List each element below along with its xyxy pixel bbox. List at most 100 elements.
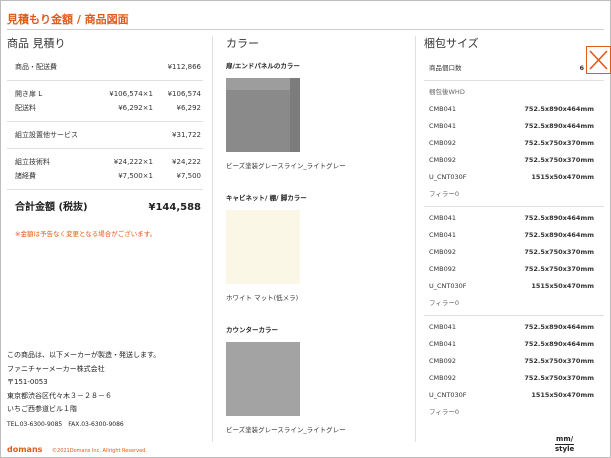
close-button[interactable] <box>586 46 611 74</box>
pack-item-code: CMB092 <box>429 139 457 147</box>
pack-row: CMB092 752.5x750x370mm <box>424 261 604 278</box>
pack-divider <box>424 206 604 207</box>
pack-row: フィラー0 <box>424 186 604 203</box>
color-section-title: 扉/エンドパネルのカラー <box>226 62 300 70</box>
quote-divider <box>7 189 203 190</box>
color-section-counter: カウンターカラー ビーズ塗装グレースライン_ライトグレー <box>226 324 406 434</box>
pack-divider <box>424 80 604 81</box>
color-name: ビーズ塗装グレースライン_ライトグレー <box>226 426 346 434</box>
pack-row: CMB092 752.5x750x370mm <box>424 135 604 152</box>
pack-whd-label: 梱包後WHD <box>429 88 465 96</box>
page-title: 見積もり金額 / 商品図面 <box>7 13 129 26</box>
pack-item-size: 752.5x750x370mm <box>524 156 594 164</box>
pack-item-code: フィラー0 <box>429 299 460 307</box>
quote-row: 商品・配送費 ¥112,866 <box>7 60 203 74</box>
quote-row-amount: ¥112,866 <box>167 63 201 71</box>
pack-item-code: CMB092 <box>429 248 457 256</box>
quote-row: 開き扉 L ¥106,574×1 ¥106,574 <box>7 87 203 101</box>
pack-row: CMB041 752.5x890x464mm <box>424 101 604 118</box>
quote-row-label: 開き扉 L <box>15 90 43 98</box>
color-section-cabinet: キャビネット/ 棚/ 脚カラー ホワイト マット(低メラ) <box>226 192 406 302</box>
maker-building: いちご西参道ビル１階 <box>7 405 77 413</box>
total-label: 合計金額 (税抜) <box>15 202 88 213</box>
maker-info: この商品は、以下メーカーが製造・発送します。 ファニチャーメーカー株式会社 〒1… <box>7 349 160 431</box>
quote-row: 組立技術料 ¥24,222×1 ¥24,222 <box>7 155 203 169</box>
pack-row: CMB041 752.5x890x464mm <box>424 210 604 227</box>
quote-row-amount: ¥106,574 <box>167 90 201 98</box>
brand-bottom: style <box>555 445 575 453</box>
close-icon <box>589 50 608 70</box>
pack-item-size: 752.5x890x464mm <box>524 122 594 130</box>
pack-row: CMB092 752.5x750x370mm <box>424 152 604 169</box>
pack-item-code: CMB041 <box>429 340 457 348</box>
cabinet-color-swatch <box>226 210 300 284</box>
domans-logo: domans <box>7 445 43 454</box>
quote-row-amount: ¥31,722 <box>172 131 201 139</box>
pack-row: CMB092 752.5x750x370mm <box>424 353 604 370</box>
pack-row: CMB041 752.5x890x464mm <box>424 118 604 135</box>
pack-item-code: CMB041 <box>429 214 457 222</box>
quote-column: 商品 見積り 商品・配送費 ¥112,866 開き扉 L ¥106,574×1 … <box>7 36 203 238</box>
pack-item-code: U_CNT030F <box>429 282 467 290</box>
quote-row: 諸経費 ¥7,500×1 ¥7,500 <box>7 169 203 183</box>
quote-row: 組立設置他サービス ¥31,722 <box>7 128 203 142</box>
pack-item-size: 752.5x750x370mm <box>524 248 594 256</box>
quote-row-label: 組立技術料 <box>15 158 50 166</box>
pack-item-size: 752.5x890x464mm <box>524 105 594 113</box>
pack-item-code: CMB041 <box>429 122 457 130</box>
pack-row: U_CNT030F 1515x50x470mm <box>424 387 604 404</box>
pack-divider <box>424 315 604 316</box>
color-name: ホワイト マット(低メラ) <box>226 294 299 302</box>
pack-item-size: 1515x50x470mm <box>531 391 594 399</box>
pack-item-code: CMB041 <box>429 105 457 113</box>
maker-address: 東京都渋谷区代々木３－２８－６ <box>7 391 112 400</box>
pack-row: フィラー0 <box>424 404 604 421</box>
pack-count-label: 商品個口数 <box>429 64 462 72</box>
pack-heading: 梱包サイズ <box>424 37 479 50</box>
quote-divider <box>7 80 203 81</box>
mmstyle-logo: mm/ style <box>555 435 575 453</box>
color-column: カラー 扉/エンドパネルのカラー ビーズ塗装グレースライン_ライトグレー キャビ… <box>226 36 406 456</box>
pack-item-size: 1515x50x470mm <box>531 173 594 181</box>
pack-list: CMB041 752.5x890x464mm CMB041 752.5x890x464… <box>424 101 604 421</box>
color-section-title: カウンターカラー <box>226 326 278 334</box>
quote-divider <box>7 148 203 149</box>
pack-item-size: 1515x50x470mm <box>531 282 594 290</box>
pack-count-value: 6 <box>579 64 584 72</box>
maker-tel: TEL.03-6300-9085 FAX.03-6300-9086 <box>7 420 124 428</box>
total-row: 合計金額 (税抜) ¥144,588 <box>7 198 203 218</box>
pack-item-code: CMB041 <box>429 323 457 331</box>
pack-item-code: CMB092 <box>429 374 457 382</box>
door-color-swatch <box>226 78 300 152</box>
pack-item-size: 752.5x890x464mm <box>524 340 594 348</box>
brand-top: mm/ <box>556 435 574 443</box>
color-section-title: キャビネット/ 棚/ 脚カラー <box>226 194 307 202</box>
quote-row-unit: ¥6,292×1 <box>118 104 153 112</box>
pack-item-code: U_CNT030F <box>429 391 467 399</box>
pack-item-code: フィラー0 <box>429 190 460 198</box>
footer: domans ©2021Domans Inc. Allright Reserve… <box>7 445 147 454</box>
pack-item-size: 752.5x750x370mm <box>524 139 594 147</box>
quote-row-label: 配送料 <box>15 104 36 112</box>
pack-item-code: CMB092 <box>429 265 457 273</box>
pack-item-size: 752.5x890x464mm <box>524 231 594 239</box>
quote-divider <box>7 121 203 122</box>
quote-row-amount: ¥24,222 <box>172 158 201 166</box>
quote-row-unit: ¥106,574×1 <box>109 90 153 98</box>
color-heading: カラー <box>226 37 259 50</box>
quote-row-amount: ¥6,292 <box>176 104 202 112</box>
pack-item-code: U_CNT030F <box>429 173 467 181</box>
pack-item-code: CMB092 <box>429 357 457 365</box>
quote-row-unit: ¥7,500×1 <box>118 172 153 180</box>
maker-company: ファニチャーメーカー株式会社 <box>7 364 105 373</box>
quote-row-label: 諸経費 <box>15 172 36 180</box>
pack-item-code: CMB092 <box>429 156 457 164</box>
quote-row-label: 組立設置他サービス <box>15 131 78 139</box>
pack-item-size: 752.5x890x464mm <box>524 214 594 222</box>
quote-row-label: 商品・配送費 <box>15 63 57 71</box>
pack-item-size: 752.5x890x464mm <box>524 323 594 331</box>
pack-item-code: フィラー0 <box>429 408 460 416</box>
quote-heading: 商品 見積り <box>7 37 66 50</box>
pack-row: CMB041 752.5x890x464mm <box>424 319 604 336</box>
pack-item-size: 752.5x750x370mm <box>524 374 594 382</box>
